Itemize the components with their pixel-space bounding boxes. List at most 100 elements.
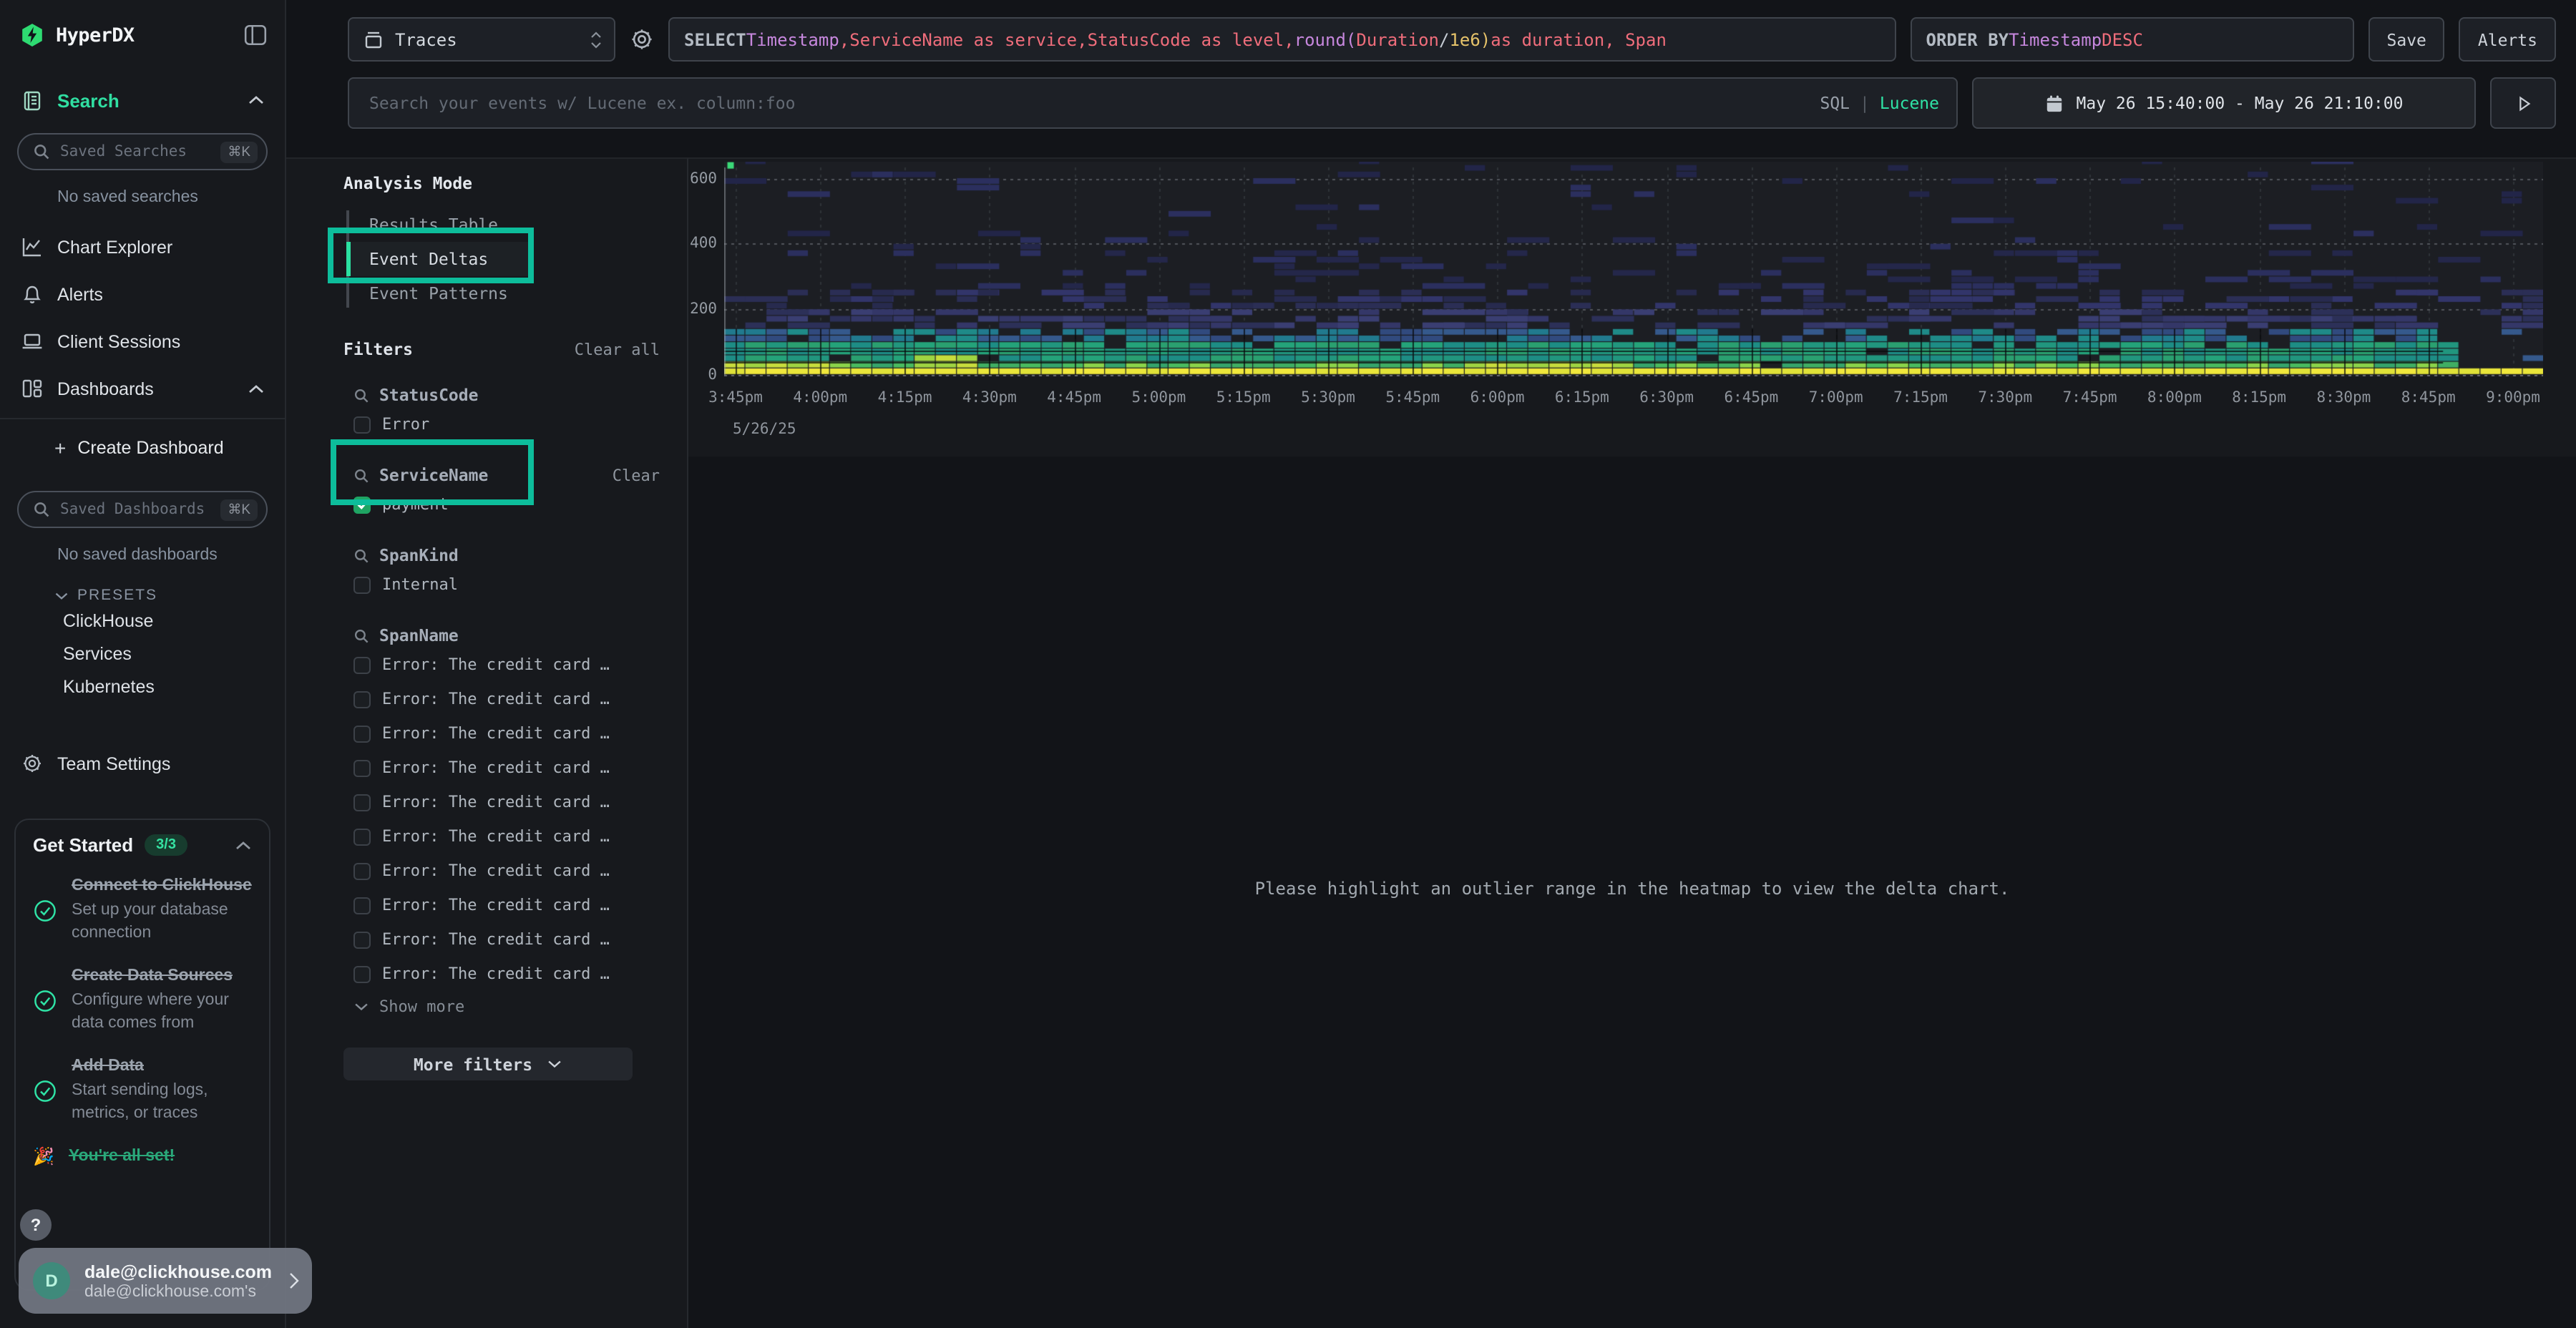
get-started-item[interactable]: Create Data SourcesConfigure where your … [33, 965, 252, 1036]
source-select[interactable]: Traces [348, 17, 615, 62]
create-dashboard-button[interactable]: + Create Dashboard [0, 419, 285, 477]
sql-select-editor[interactable]: SELECT Timestamp, ServiceName as service… [668, 17, 1896, 62]
no-saved-searches-text: No saved searches [0, 189, 285, 206]
date-range-picker[interactable]: May 26 15:40:00 - May 26 21:10:00 [1972, 77, 2476, 129]
get-started-item-text: Connect to ClickHouseSet up your databas… [72, 874, 252, 946]
save-button[interactable]: Save [2368, 17, 2445, 62]
x-tick-label: 4:15pm [878, 389, 932, 406]
delta-chart-placeholder-message: Please highlight an outlier range in the… [688, 879, 2576, 899]
sidebar-item-label: Search [57, 89, 233, 111]
checkbox-unchecked[interactable] [353, 965, 371, 982]
analysis-mode-event-patterns[interactable]: Event Patterns [346, 276, 528, 311]
search-icon [353, 547, 369, 563]
sidebar-preset-kubernetes[interactable]: Kubernetes [0, 670, 285, 703]
filter-option-label: Error: The credit card … [382, 930, 610, 949]
user-menu[interactable]: D dale@clickhouse.com dale@clickhouse.co… [19, 1248, 312, 1314]
filter-option[interactable]: Error: The credit card … [353, 787, 687, 817]
filter-option[interactable]: Error: The credit card … [353, 856, 687, 886]
help-button[interactable]: ? [20, 1209, 52, 1241]
party-emoji-icon: 🎉 [33, 1147, 54, 1167]
checkbox-unchecked[interactable] [353, 759, 371, 776]
main-content: 0200400600 3:45pm4:00pm4:15pm4:30pm4:45p… [688, 157, 2576, 1328]
filter-option-label: Error: The credit card … [382, 861, 610, 880]
checkbox-unchecked[interactable] [353, 656, 371, 673]
analysis-mode-results-table[interactable]: Results Table [346, 208, 528, 242]
more-filters-button[interactable]: More filters [343, 1048, 633, 1080]
search-journal-icon [20, 89, 43, 111]
saved-searches-input[interactable]: Saved Searches ⌘K [17, 133, 268, 170]
presets-list: ClickHouseServicesKubernetes [0, 604, 285, 703]
plus-icon: + [54, 436, 66, 459]
chevron-down-icon [547, 1059, 562, 1069]
sidebar-preset-clickhouse[interactable]: ClickHouse [0, 604, 285, 637]
top-bar: Traces SELECT Timestamp, ServiceName as … [286, 0, 2576, 157]
checkbox-unchecked[interactable] [353, 416, 371, 433]
get-started-header[interactable]: Get Started 3/3 [33, 834, 252, 856]
filter-option-label: Error: The credit card … [382, 724, 610, 743]
filter-option[interactable]: Error: The credit card … [353, 924, 687, 954]
order-by-editor[interactable]: ORDER BY Timestamp DESC [1911, 17, 2354, 62]
event-search-bar[interactable]: SQL | Lucene [348, 77, 1958, 129]
x-tick-label: 5:00pm [1131, 389, 1186, 406]
get-started-item[interactable]: Add DataStart sending logs, metrics, or … [33, 1055, 252, 1126]
sql-token: / [1439, 29, 1449, 49]
filter-option[interactable]: Error: The credit card … [353, 821, 687, 851]
filter-option[interactable]: payment [353, 489, 687, 519]
sidebar-item-client-sessions[interactable]: Client Sessions [0, 318, 285, 365]
sidebar-item-alerts[interactable]: Alerts [0, 270, 285, 318]
get-started-title: Get Started [33, 834, 133, 856]
checkbox-unchecked[interactable] [353, 862, 371, 879]
x-tick-label: 8:00pm [2147, 389, 2202, 406]
checkbox-unchecked[interactable] [353, 931, 371, 948]
checkbox-unchecked[interactable] [353, 725, 371, 742]
filter-option[interactable]: Error: The credit card … [353, 890, 687, 920]
show-more-button[interactable]: Show more [353, 997, 687, 1016]
clear-all-filters-button[interactable]: Clear all [575, 340, 660, 358]
get-started-partial-label: You're all set! [69, 1145, 175, 1168]
sidebar-collapse-icon[interactable] [243, 23, 268, 47]
clear-filter-button[interactable]: Clear [613, 466, 660, 484]
language-separator: | [1860, 93, 1870, 113]
search-input[interactable] [366, 92, 1808, 114]
filter-option[interactable]: Error: The credit card … [353, 753, 687, 783]
alerts-button[interactable]: Alerts [2459, 17, 2556, 62]
checkbox-unchecked[interactable] [353, 690, 371, 708]
checkbox-unchecked[interactable] [353, 897, 371, 914]
sidebar-item-search[interactable]: Search [0, 82, 285, 119]
filter-option[interactable]: Error: The credit card … [353, 718, 687, 748]
presets-toggle[interactable]: PRESETS [0, 587, 285, 604]
calendar-icon [2045, 94, 2064, 112]
run-query-button[interactable] [2490, 77, 2556, 129]
checkbox-unchecked[interactable] [353, 576, 371, 593]
source-settings-gear-icon[interactable] [630, 27, 654, 52]
get-started-item[interactable]: Connect to ClickHouseSet up your databas… [33, 874, 252, 946]
search-icon [353, 387, 369, 403]
filter-groups: StatusCodeErrorServiceNameClearpaymentSp… [286, 385, 687, 1016]
language-sql-option[interactable]: SQL [1820, 93, 1850, 113]
heatmap-canvas[interactable] [724, 162, 2543, 376]
filter-option[interactable]: Error: The credit card … [353, 684, 687, 714]
sql-token: StatusCode as level [1088, 29, 1284, 49]
get-started-partial-item[interactable]: 🎉 You're all set! [33, 1145, 252, 1168]
sidebar-item-dashboards[interactable]: Dashboards [0, 365, 285, 412]
sidebar-item-chart-explorer[interactable]: Chart Explorer [0, 223, 285, 270]
sidebar-item-team-settings[interactable]: Team Settings [0, 740, 285, 787]
filter-option[interactable]: Error [353, 409, 687, 439]
sidebar-preset-services[interactable]: Services [0, 637, 285, 670]
sql-token: DESC [2102, 29, 2143, 49]
filter-option-label: Error: The credit card … [382, 896, 610, 914]
filter-group-header: SpanName [353, 625, 687, 645]
x-tick-label: 4:45pm [1047, 389, 1101, 406]
analysis-mode-event-deltas[interactable]: Event Deltas [346, 242, 528, 276]
filter-option[interactable]: Internal [353, 570, 687, 600]
filter-option[interactable]: Error: The credit card … [353, 959, 687, 989]
checkbox-unchecked[interactable] [353, 828, 371, 845]
checkbox-unchecked[interactable] [353, 794, 371, 811]
filters-label: Filters [343, 339, 575, 359]
checkbox-checked[interactable] [353, 496, 371, 513]
filter-option[interactable]: Error: The credit card … [353, 650, 687, 680]
y-tick-label: 400 [690, 235, 717, 253]
saved-dashboards-input[interactable]: Saved Dashboards ⌘K [17, 491, 268, 528]
language-lucene-option[interactable]: Lucene [1880, 93, 1939, 113]
chevron-up-icon [235, 839, 252, 851]
